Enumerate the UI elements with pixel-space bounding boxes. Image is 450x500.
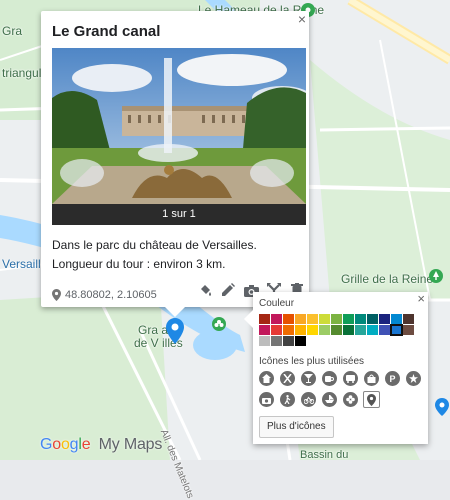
logo-letter: o bbox=[52, 436, 61, 453]
shopping-icon[interactable] bbox=[364, 371, 379, 386]
color-swatch[interactable] bbox=[367, 314, 378, 324]
color-swatch[interactable] bbox=[283, 336, 294, 346]
color-swatch[interactable] bbox=[355, 325, 366, 335]
color-swatch[interactable] bbox=[355, 314, 366, 324]
color-swatch[interactable] bbox=[295, 325, 306, 335]
color-swatch[interactable] bbox=[283, 314, 294, 324]
feature-title: Le Grand canal bbox=[52, 23, 161, 40]
garden-poi-icon[interactable] bbox=[211, 316, 227, 337]
location-poi-icon[interactable] bbox=[435, 398, 449, 421]
color-swatch[interactable] bbox=[259, 325, 270, 335]
color-swatch[interactable] bbox=[283, 325, 294, 335]
style-palette-popup: × Couleur Icônes les plus utilisées P Pl… bbox=[244, 291, 428, 444]
color-label: Couleur bbox=[259, 298, 295, 309]
hiking-icon[interactable] bbox=[280, 392, 295, 407]
color-swatch[interactable] bbox=[307, 325, 318, 335]
photo-image bbox=[52, 48, 306, 204]
color-swatch[interactable] bbox=[390, 324, 403, 336]
my-maps-label: My Maps bbox=[98, 436, 163, 453]
info-close-button[interactable]: × bbox=[298, 11, 306, 27]
pencil-icon[interactable] bbox=[220, 282, 236, 298]
color-swatch[interactable] bbox=[319, 314, 330, 324]
park-poi-icon[interactable] bbox=[428, 268, 444, 289]
photo-counter: 1 sur 1 bbox=[52, 204, 306, 225]
feature-coordinates: 48.80802, 2.10605 bbox=[52, 289, 157, 301]
color-swatch[interactable] bbox=[271, 314, 282, 324]
logo-letter: o bbox=[60, 436, 70, 453]
color-swatch[interactable] bbox=[319, 325, 330, 335]
color-swatch[interactable] bbox=[343, 325, 354, 335]
selected-map-pin-icon[interactable] bbox=[166, 318, 184, 349]
google-my-maps-logo: Google My Maps bbox=[40, 436, 162, 454]
boat-icon[interactable] bbox=[322, 392, 337, 407]
color-swatch[interactable] bbox=[403, 325, 414, 335]
paint-bucket-icon[interactable] bbox=[197, 282, 213, 298]
color-swatches bbox=[259, 314, 414, 346]
palette-close-button[interactable]: × bbox=[417, 291, 425, 306]
bike-icon[interactable] bbox=[301, 392, 316, 407]
color-swatch[interactable] bbox=[331, 314, 342, 324]
map-label-grille-reine: Grille de la Reine bbox=[341, 272, 434, 286]
color-swatch[interactable] bbox=[331, 325, 342, 335]
map-label-bassin: Bassin du bbox=[300, 449, 349, 461]
color-swatch[interactable] bbox=[403, 314, 414, 324]
restaurant-icon[interactable] bbox=[280, 371, 295, 386]
feature-description: Dans le parc du château de Versailles. L… bbox=[52, 238, 257, 271]
feature-info-window: × Le Grand canal 1 sur 1 Dans le parc du… bbox=[41, 11, 309, 317]
feature-photo[interactable]: 1 sur 1 bbox=[52, 48, 306, 225]
parking-icon[interactable]: P bbox=[385, 371, 400, 386]
color-swatch[interactable] bbox=[367, 325, 378, 335]
icons-label: Icônes les plus utilisées bbox=[259, 356, 365, 367]
color-swatch[interactable] bbox=[343, 314, 354, 324]
cafe-icon[interactable] bbox=[322, 371, 337, 386]
flower-icon[interactable] bbox=[343, 392, 358, 407]
more-icons-button[interactable]: Plus d'icônes bbox=[259, 416, 334, 438]
color-swatch[interactable] bbox=[379, 314, 390, 324]
pin-icon[interactable] bbox=[363, 391, 380, 408]
bar-icon[interactable] bbox=[301, 371, 316, 386]
logo-letter: G bbox=[40, 436, 53, 453]
logo-letter: e bbox=[81, 436, 91, 453]
coordinates-text: 48.80802, 2.10605 bbox=[65, 289, 157, 301]
icon-choices: P bbox=[259, 371, 421, 408]
home-icon[interactable] bbox=[259, 371, 274, 386]
color-swatch[interactable] bbox=[259, 314, 270, 324]
camera-icon[interactable] bbox=[259, 392, 274, 407]
color-swatch[interactable] bbox=[295, 336, 306, 346]
color-swatch[interactable] bbox=[379, 325, 390, 335]
transit-icon[interactable] bbox=[343, 371, 358, 386]
color-swatch[interactable] bbox=[307, 314, 318, 324]
color-swatch[interactable] bbox=[391, 314, 402, 324]
location-pin-icon bbox=[52, 289, 61, 301]
color-swatch[interactable] bbox=[295, 314, 306, 324]
star-icon[interactable] bbox=[406, 371, 421, 386]
color-swatch[interactable] bbox=[271, 325, 282, 335]
svg-text:P: P bbox=[390, 374, 396, 383]
color-swatch[interactable] bbox=[271, 336, 282, 346]
color-swatch[interactable] bbox=[259, 336, 270, 346]
map-label-gra: Gra bbox=[2, 24, 23, 38]
